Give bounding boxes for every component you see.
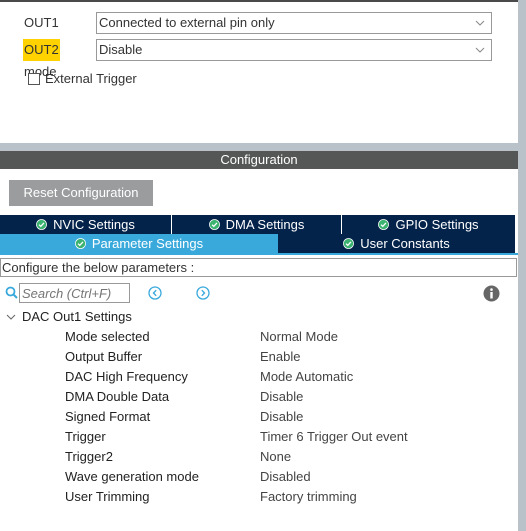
param-value[interactable]: Normal Mode (260, 327, 338, 347)
tab-parameter-settings[interactable]: Parameter Settings (0, 234, 278, 253)
param-row[interactable]: Trigger Timer 6 Trigger Out event (0, 427, 518, 447)
out1-mode-select[interactable]: Connected to external pin only (96, 12, 492, 34)
tab-label: GPIO Settings (395, 217, 479, 232)
info-icon[interactable] (483, 285, 500, 302)
param-name: Mode selected (65, 329, 150, 344)
reset-configuration-button[interactable]: Reset Configuration (9, 180, 153, 206)
param-value[interactable]: Enable (260, 347, 300, 367)
tab-label: Parameter Settings (91, 236, 204, 251)
param-row[interactable]: Signed Format Disable (0, 407, 518, 427)
param-row[interactable]: DMA Double Data Disable (0, 387, 518, 407)
previous-result-icon[interactable] (148, 286, 162, 300)
param-name: Trigger (65, 429, 106, 444)
search-icon[interactable] (5, 286, 18, 299)
param-value[interactable]: Timer 6 Trigger Out event (260, 427, 408, 447)
parameter-list: Mode selected Normal Mode Output Buffer … (0, 327, 518, 507)
out1-mode-value: Connected to external pin only (99, 15, 275, 30)
tab-label: NVIC Settings (53, 217, 135, 232)
param-name: Trigger2 (65, 449, 113, 464)
param-name: DAC High Frequency (65, 369, 188, 384)
tab-label: DMA Settings (225, 217, 305, 232)
external-trigger-checkbox[interactable] (28, 72, 40, 85)
tab-label: User Constants (360, 236, 450, 251)
tab-gpio-settings[interactable]: GPIO Settings (342, 215, 515, 234)
scrollbar-track[interactable] (518, 0, 526, 531)
out2-mode-value: Disable (99, 42, 143, 57)
param-name: DMA Double Data (65, 389, 170, 404)
check-circle-icon (36, 219, 48, 230)
param-value[interactable]: Factory trimming (260, 487, 357, 507)
chevron-down-icon (6, 314, 16, 320)
next-result-icon[interactable] (196, 286, 210, 300)
param-value[interactable]: Disabled (260, 467, 311, 487)
configuration-header: Configuration (0, 151, 518, 169)
param-name: Output Buffer (65, 349, 143, 364)
tab-row-1: NVIC Settings DMA Settings GPIO Settings (0, 215, 515, 234)
mode-panel: OUT1 mode Connected to external pin only… (0, 2, 518, 143)
tab-dma-settings[interactable]: DMA Settings (172, 215, 342, 234)
external-trigger-row[interactable]: External Trigger (28, 71, 137, 86)
check-circle-icon (378, 219, 390, 230)
param-value[interactable]: Disable (260, 387, 303, 407)
out2-mode-select[interactable]: Disable (96, 39, 492, 61)
out1-mode-label: OUT1 mode (24, 15, 59, 52)
dac-out1-settings-group[interactable]: DAC Out1 Settings (6, 309, 132, 324)
param-name: Signed Format (65, 409, 151, 424)
check-circle-icon (208, 219, 220, 230)
param-row[interactable]: Mode selected Normal Mode (0, 327, 518, 347)
param-value[interactable]: Disable (260, 407, 303, 427)
param-value[interactable]: Mode Automatic (260, 367, 353, 387)
param-name: User Trimming (65, 489, 150, 504)
param-row[interactable]: Output Buffer Enable (0, 347, 518, 367)
chevron-down-icon (475, 20, 485, 26)
out2-mode-label: OUT2 mode (23, 39, 60, 79)
param-name: Wave generation mode (65, 469, 199, 484)
tab-row-2: Parameter Settings User Constants (0, 234, 515, 253)
tab-underline (0, 253, 518, 255)
tab-nvic-settings[interactable]: NVIC Settings (0, 215, 172, 234)
chevron-down-icon (475, 47, 485, 53)
group-title: DAC Out1 Settings (22, 309, 132, 324)
param-row[interactable]: Wave generation mode Disabled (0, 467, 518, 487)
check-circle-icon (74, 238, 86, 249)
param-row[interactable]: Trigger2 None (0, 447, 518, 467)
external-trigger-label: External Trigger (45, 71, 137, 86)
param-value[interactable]: None (260, 447, 291, 467)
param-row[interactable]: DAC High Frequency Mode Automatic (0, 367, 518, 387)
check-circle-icon (343, 238, 355, 249)
panel-divider (0, 143, 518, 151)
tab-user-constants[interactable]: User Constants (278, 234, 515, 253)
configure-instructions: Configure the below parameters : (0, 258, 517, 277)
param-row[interactable]: User Trimming Factory trimming (0, 487, 518, 507)
search-input[interactable] (19, 283, 130, 303)
